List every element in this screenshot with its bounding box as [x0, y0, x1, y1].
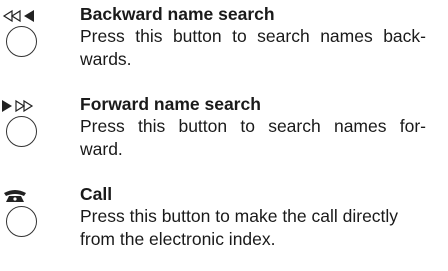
- entry-description: Press this button to search names back- …: [80, 25, 426, 70]
- description-line: Press this button to make the call direc…: [80, 206, 399, 226]
- entry-title: Forward name search: [80, 94, 261, 114]
- telephone-handset-icon: [2, 188, 42, 204]
- description-line: from the electronic index.: [80, 228, 276, 249]
- entry-description: Press this button to make the call direc…: [80, 205, 426, 250]
- forward-search-button[interactable]: [6, 116, 37, 147]
- description-line: wards.: [80, 48, 132, 69]
- fast-forward-icon: [2, 98, 42, 114]
- description-line: Press this button to search names back-: [80, 26, 426, 46]
- backward-search-button[interactable]: [6, 26, 37, 57]
- description-line: ward.: [80, 138, 123, 159]
- description-line: Press this button to search names for-: [80, 116, 426, 136]
- entry-title: Backward name search: [80, 4, 275, 24]
- entry-title: Call: [80, 184, 113, 204]
- entry-description: Press this button to search names for- w…: [80, 115, 426, 160]
- rewind-icon: [2, 8, 42, 24]
- call-button[interactable]: [6, 206, 37, 237]
